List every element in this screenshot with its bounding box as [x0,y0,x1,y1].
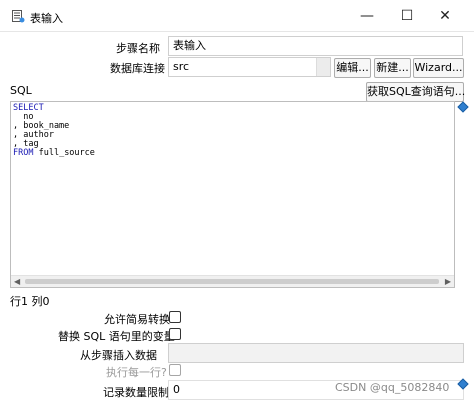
close-icon: ✕ [439,8,451,24]
sql-editor[interactable]: SELECT no , book_name , author , tag FRO… [10,101,455,288]
maximize-button[interactable]: ☐ [390,0,424,32]
variable-hint-icon [457,101,469,113]
minimize-icon: — [360,8,374,24]
insert-from-step-label: 从步骤插入数据 [80,349,157,362]
minimize-button[interactable]: — [350,0,384,32]
watermark: CSDN @qq_5082840 [335,381,450,394]
scroll-right-icon[interactable]: ▶ [445,277,451,286]
execute-each-row-label: 执行每一行? [106,366,167,379]
step-name-label: 步骤名称 [116,42,160,55]
db-connection-label: 数据库连接 [110,62,165,75]
lazy-conversion-label: 允许简易转换 [104,313,170,326]
window-title: 表输入 [30,12,63,25]
title-bar: 表输入 — ☐ ✕ [0,0,474,32]
get-sql-query-button[interactable]: 获取SQL查询语句... [366,82,465,102]
limit-label: 记录数量限制 [103,386,169,399]
wizard-button[interactable]: Wizard... [413,58,464,78]
db-connection-select[interactable]: src [168,57,331,77]
sql-text[interactable]: SELECT no , book_name , author , tag FRO… [13,104,95,158]
horizontal-scrollbar[interactable]: ◀ ▶ [11,275,454,287]
cursor-position: 行1 列0 [10,295,50,308]
table-input-icon [12,10,25,23]
execute-each-row-checkbox[interactable] [169,364,181,376]
step-name-input[interactable]: 表输入 [168,36,463,56]
dropdown-arrow-icon [316,58,330,76]
scroll-left-icon[interactable]: ◀ [14,277,20,286]
sql-line: FROM full_source [13,148,95,158]
replace-variables-checkbox[interactable] [169,328,181,340]
close-button[interactable]: ✕ [428,0,462,32]
new-connection-button[interactable]: 新建... [374,58,411,78]
sql-label: SQL [10,84,32,97]
sql-keyword: FROM [13,148,34,158]
replace-variables-label: 替换 SQL 语句里的变量 [58,330,175,343]
insert-from-step-select[interactable] [168,343,464,363]
lazy-conversion-checkbox[interactable] [169,311,181,323]
scrollbar-thumb[interactable] [25,279,439,284]
db-connection-value: src [173,60,190,73]
edit-connection-button[interactable]: 编辑... [334,58,371,78]
maximize-icon: ☐ [400,8,414,24]
